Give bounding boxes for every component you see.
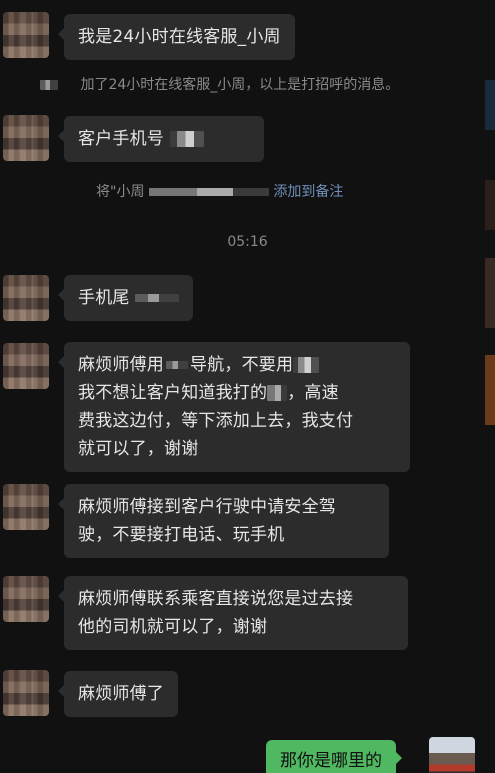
contact-avatar[interactable] [3,670,49,716]
message-text: ，高速 [287,383,339,403]
contact-avatar[interactable] [3,343,49,389]
message-text: 麻烦师傅用 [78,355,164,375]
timestamp: 05:16 [227,234,268,250]
message-line: 就可以了，谢谢 [78,439,199,459]
redacted-mosaic [169,131,204,147]
message-text: 手机尾 [78,288,130,308]
redacted-mosaic [166,361,188,369]
right-edge-strip [485,355,495,425]
contact-avatar[interactable] [3,484,49,530]
redacted-mosaic [267,385,288,401]
system-notice: 加了24小时在线客服_小周，以上是打招呼的消息。 [40,74,399,94]
contact-avatar[interactable] [3,576,49,622]
outgoing-message-bubble[interactable]: 那你是哪里的 [266,740,402,773]
right-edge-strip [485,180,495,230]
message-text: 我不想让客户知道我打的 [78,383,268,403]
message-line: 他的司机就可以了，谢谢 [78,617,268,637]
contact-avatar[interactable] [3,275,49,321]
message-line: 驶，不要接打电话、玩手机 [78,525,285,545]
message-line: 麻烦师傅接到客户行驶中请安全驾 [78,497,336,517]
remark-prefix: 将"小周 [96,184,145,200]
redacted-mosaic [293,357,320,373]
message-bubble[interactable]: 客户手机号 [58,116,264,162]
system-notice-text: 加了24小时在线客服_小周，以上是打招呼的消息。 [80,77,400,93]
contact-avatar[interactable] [3,12,49,58]
message-bubble[interactable]: 麻烦师傅接到客户行驶中请安全驾 驶，不要接打电话、玩手机 [58,484,389,558]
self-avatar[interactable] [429,737,475,773]
add-to-remark-link[interactable]: 添加到备注 [273,184,343,200]
message-line: 我不想让客户知道我打的 ，高速 [78,379,396,407]
redacted-mosaic [135,294,180,302]
contact-avatar[interactable] [3,115,49,161]
message-line: 麻烦师傅联系乘客直接说您是过去接 [78,589,354,609]
right-edge-strip [485,80,495,130]
message-line: 麻烦师傅用 导航，不要用 [78,351,396,379]
remark-suggestion: 将"小周 添加到备注 [96,181,343,201]
message-text: 客户手机号 [78,129,164,149]
message-bubble[interactable]: 麻烦师傅联系乘客直接说您是过去接 他的司机就可以了，谢谢 [58,576,408,650]
redacted-mosaic [148,188,269,196]
message-bubble[interactable]: 麻烦师傅用 导航，不要用 我不想让客户知道我打的 ，高速 费我这边付，等下添加上去，… [58,342,410,472]
message-bubble[interactable]: 我是24小时在线客服_小周 [58,14,295,60]
message-text: 我是24小时在线客服_小周 [78,27,281,47]
right-edge-strip [485,258,495,328]
redacted-mosaic [40,80,58,90]
message-line: 费我这边付，等下添加上去，我支付 [78,411,354,431]
message-text: 麻烦师傅了 [78,684,164,704]
message-text: 那你是哪里的 [280,751,382,771]
message-bubble[interactable]: 手机尾 [57,275,194,321]
message-text: 导航，不要用 [190,355,294,375]
message-bubble[interactable]: 麻烦师傅了 [58,671,178,717]
